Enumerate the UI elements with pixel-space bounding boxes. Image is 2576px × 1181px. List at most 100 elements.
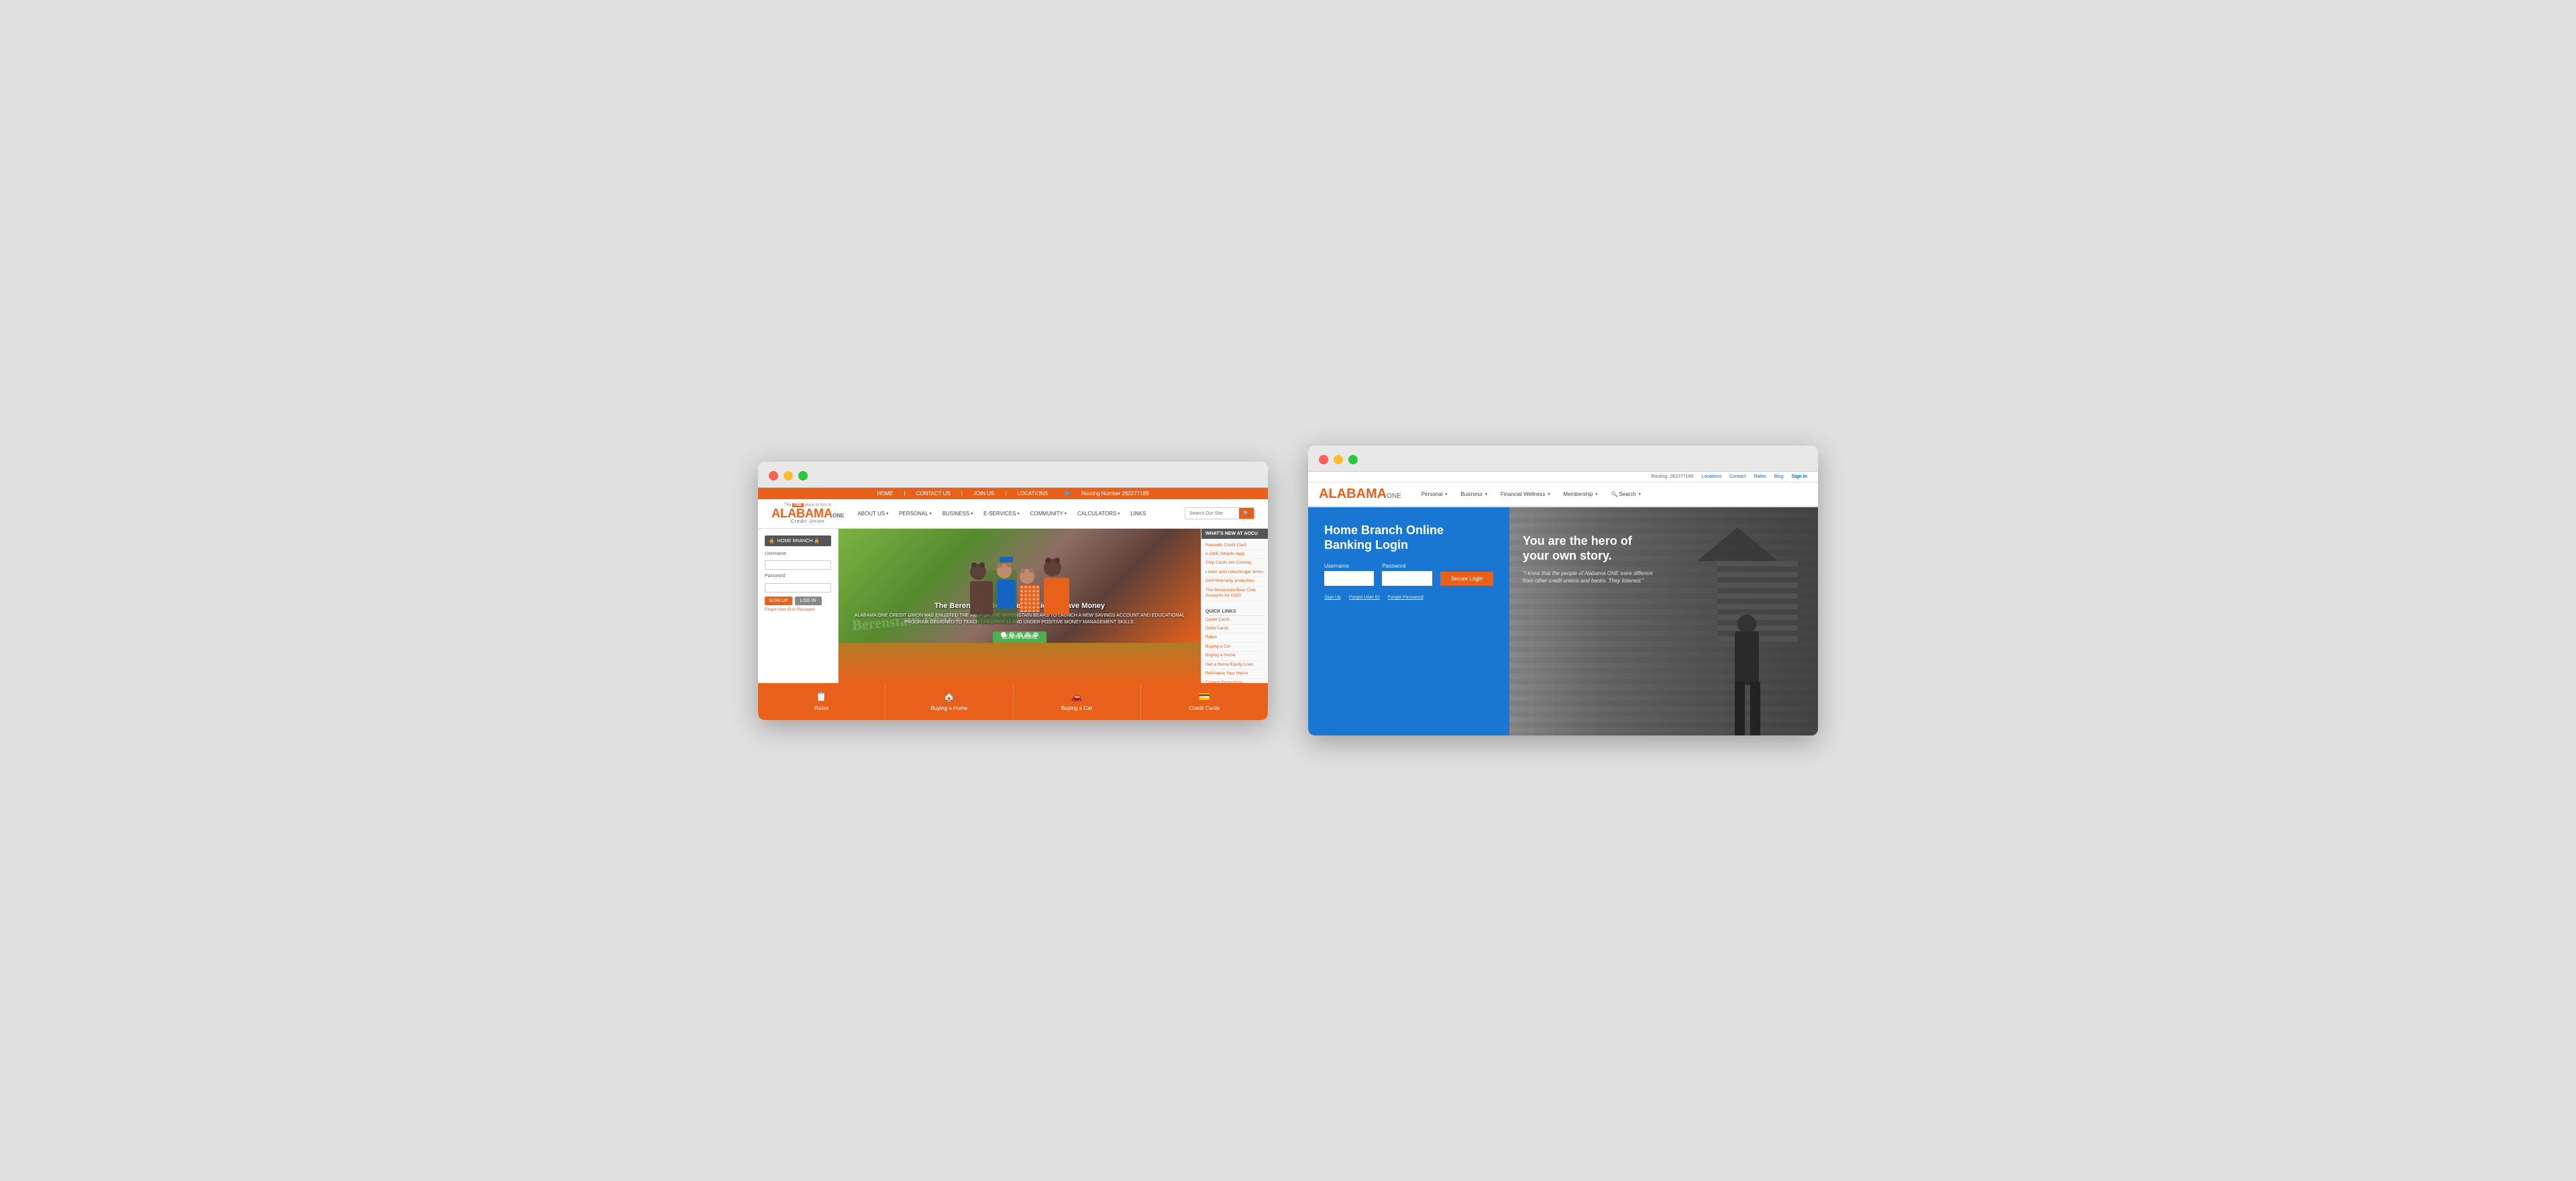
minimize-button-2[interactable]	[1334, 455, 1343, 464]
w2-forgot-pass-link[interactable]: Forgot Password	[1388, 595, 1424, 600]
username-field-group: Username	[765, 552, 831, 570]
site-logo[interactable]: The ONE place to turn to ALABAMAONE Cred…	[771, 503, 844, 524]
w2-logo[interactable]: ALABAMAONE	[1319, 486, 1401, 502]
carousel-dot-2[interactable]	[1009, 632, 1014, 637]
bottom-home-label: Buying a Home	[931, 705, 968, 711]
nav-community[interactable]: COMMUNITY ▾	[1030, 511, 1067, 517]
quick-links-section: QUICK LINKS Credit Cards Debit Cards Rat…	[1201, 604, 1268, 683]
whats-new-panel: WHAT'S NEW AT AOCU Rewards Credit Card e…	[1201, 529, 1268, 683]
chevron-down-icon: ▾	[1485, 492, 1487, 497]
password-label: Password	[765, 574, 831, 578]
search-input[interactable]	[1185, 511, 1239, 516]
username-input[interactable]	[765, 560, 831, 570]
w2-contact-link[interactable]: Contact	[1729, 474, 1746, 479]
w2-locations-link[interactable]: Locations	[1701, 474, 1721, 479]
chevron-down-icon: ▾	[1065, 511, 1067, 516]
whats-new-item-0[interactable]: Rewards Credit Card	[1205, 542, 1264, 550]
w2-signin-link[interactable]: Sign In	[1792, 474, 1807, 479]
nav-calculators[interactable]: CALCULATORS ▾	[1077, 511, 1120, 517]
w2-main-content: Home Branch Online Banking Login Usernam…	[1308, 507, 1818, 735]
hero-subtitle: ALABAMA ONE CREDIT UNION HAS ENLISTED TH…	[845, 613, 1194, 626]
whats-new-items: Rewards Credit Card e-ONE (Mobile App) C…	[1201, 539, 1268, 604]
forgot-credentials-link[interactable]: Forgot User ID or Password	[765, 608, 831, 612]
logo-subtitle: Credit Union	[791, 519, 825, 524]
topbar-contact[interactable]: CONTACT US	[916, 491, 950, 497]
bottom-rates[interactable]: 📋 Rates	[758, 683, 885, 720]
search-icon: 🔍	[1611, 491, 1617, 497]
w2-forgot-user-link[interactable]: Forgot User ID	[1349, 595, 1380, 600]
login-button[interactable]: LOG IN	[795, 597, 822, 605]
close-button-2[interactable]	[1319, 455, 1328, 464]
username-field: Username	[1324, 563, 1374, 586]
w2-password-label: Password	[1382, 563, 1432, 569]
nav-links[interactable]: LINKS	[1130, 511, 1146, 517]
browser-content-1: HOME | CONTACT US | JOIN US | LOCATIONS …	[758, 488, 1268, 720]
online-banking-login-panel: Home Branch Online Banking Login Usernam…	[1308, 507, 1509, 735]
carousel-dot-4[interactable]	[1025, 632, 1030, 637]
browser-window-1: HOME | CONTACT US | JOIN US | LOCATIONS …	[758, 462, 1268, 720]
close-button-1[interactable]	[769, 471, 778, 480]
logo-main-text: ALABAMAONE	[771, 507, 844, 519]
bottom-buying-home[interactable]: 🏠 Buying a Home	[885, 683, 1013, 720]
password-field-group: Password	[765, 574, 831, 593]
w2-nav-search[interactable]: 🔍 Search ▾	[1611, 491, 1640, 497]
whats-new-item-2[interactable]: Chip Cards are Coming	[1205, 559, 1264, 568]
quick-link-3[interactable]: Buying a Car	[1205, 643, 1264, 652]
quick-link-2[interactable]: Rates	[1205, 633, 1264, 642]
nav-about[interactable]: ABOUT US ▾	[857, 511, 888, 517]
carousel-dot-5[interactable]	[1033, 632, 1038, 637]
w2-nav-membership[interactable]: Membership ▾	[1563, 491, 1597, 497]
main-content-area: 🔒 HOME BRANCH 🔒 Username Password SIGN U…	[758, 529, 1268, 683]
browser-window-2: Routing: 262277189 Locations Contact Rat…	[1308, 446, 1818, 735]
main-navigation: The ONE place to turn to ALABAMAONE Cred…	[758, 499, 1268, 529]
login-helper-links: Sign Up Forgot User ID Forgot Password	[1324, 595, 1493, 600]
w2-rates-link[interactable]: Rates	[1754, 474, 1766, 479]
whats-new-item-1[interactable]: e-ONE (Mobile App)	[1205, 550, 1264, 559]
lock-icon: 🔒	[769, 538, 775, 544]
secure-login-button[interactable]: Secure Login	[1440, 572, 1493, 586]
quick-link-5[interactable]: Get a Home Equity Loan	[1205, 661, 1264, 670]
bottom-car-label: Buying a Car	[1061, 705, 1092, 711]
w2-blog-link[interactable]: Blog	[1774, 474, 1784, 479]
w2-username-input[interactable]	[1324, 571, 1374, 586]
w2-username-label: Username	[1324, 563, 1374, 569]
w2-nav-financial[interactable]: Financial Wellness ▾	[1501, 491, 1550, 497]
browser-chrome-2	[1308, 446, 1818, 472]
search-bar: 🔍	[1185, 507, 1254, 519]
minimize-button-1[interactable]	[784, 471, 793, 480]
topbar-home[interactable]: HOME	[877, 491, 893, 497]
quick-link-0[interactable]: Credit Cards	[1205, 616, 1264, 625]
topbar-locations[interactable]: LOCATIONS	[1017, 491, 1048, 497]
password-field: Password	[1382, 563, 1432, 586]
chevron-down-icon: ▾	[886, 511, 888, 516]
rates-icon: 📋	[816, 691, 827, 703]
topbar-join[interactable]: JOIN US	[973, 491, 995, 497]
nav-business[interactable]: BUSINESS ▾	[943, 511, 973, 517]
whats-new-item-4[interactable]: GAP/Warranty protection	[1205, 577, 1264, 586]
browser-content-2: Routing: 262277189 Locations Contact Rat…	[1308, 472, 1818, 735]
carousel-dot-3[interactable]	[1017, 632, 1022, 637]
bottom-credit-cards[interactable]: 💳 Credit Cards	[1141, 683, 1268, 720]
w2-signup-link[interactable]: Sign Up	[1324, 595, 1341, 600]
quick-link-4[interactable]: Buying a Home	[1205, 652, 1264, 660]
signup-button[interactable]: SIGN UP	[765, 597, 792, 605]
search-button[interactable]: 🔍	[1239, 508, 1254, 519]
hero2-quote: "I knew that the people of Alabama ONE w…	[1523, 570, 1657, 584]
maximize-button-2[interactable]	[1348, 455, 1358, 464]
w2-nav-business[interactable]: Business ▾	[1460, 491, 1487, 497]
quick-link-6[interactable]: Refinance Your Home	[1205, 670, 1264, 678]
whats-new-item-3[interactable]: Lower auto rates/longer terms	[1205, 568, 1264, 577]
quick-link-1[interactable]: Debit Cards	[1205, 625, 1264, 633]
bottom-buying-car[interactable]: 🚗 Buying a Car	[1014, 683, 1141, 720]
w2-password-input[interactable]	[1382, 571, 1432, 586]
whats-new-item-5[interactable]: The Berenstain Bear Club Accounts for KI…	[1205, 586, 1264, 601]
login-sidebar: 🔒 HOME BRANCH 🔒 Username Password SIGN U…	[758, 529, 839, 683]
login-buttons: SIGN UP LOG IN	[765, 597, 831, 605]
password-input[interactable]	[765, 583, 831, 593]
nav-eservices[interactable]: E-SERVICES ▾	[983, 511, 1019, 517]
maximize-button-1[interactable]	[798, 471, 808, 480]
nav-personal[interactable]: PERSONAL ▾	[899, 511, 932, 517]
w2-nav-personal[interactable]: Personal ▾	[1421, 491, 1448, 497]
carousel-dot-1[interactable]	[1001, 632, 1006, 637]
bottom-navigation-bar: 📋 Rates 🏠 Buying a Home 🚗 Buying a Car 💳…	[758, 683, 1268, 720]
